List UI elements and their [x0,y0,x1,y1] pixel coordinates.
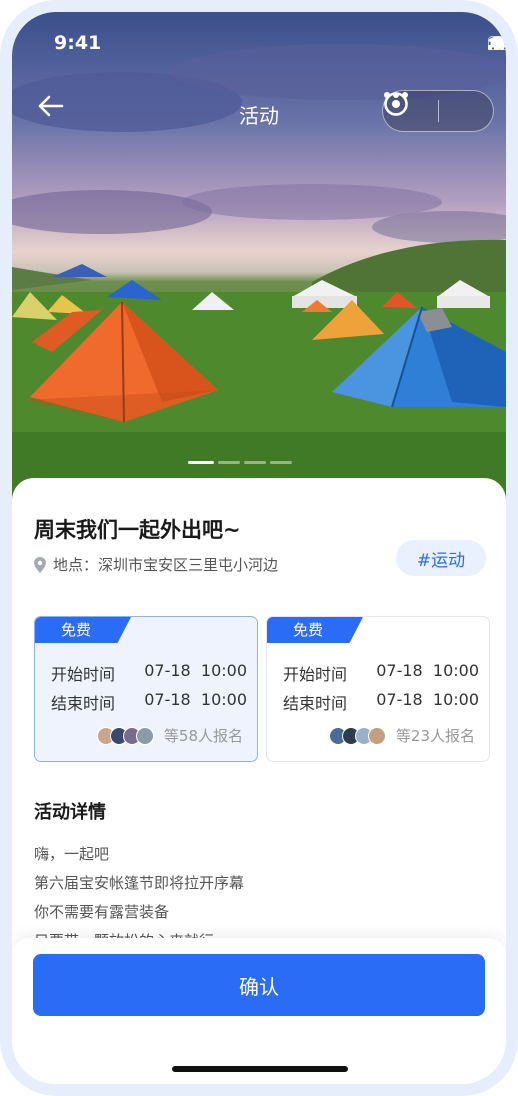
session-end: 结束时间 07-18 10:00 [283,690,479,714]
details-line: 第六届宝安帐篷节即将拉开序幕 [34,874,245,892]
home-indicator[interactable] [172,1066,348,1072]
start-time: 07-18 10:00 [144,661,247,680]
end-label: 结束时间 [283,694,348,713]
start-label: 开始时间 [51,665,116,684]
carousel-indicator [188,461,292,464]
start-time: 07-18 10:00 [376,661,479,680]
navigation-bar: 活动 [12,84,506,140]
end-time: 07-18 10:00 [376,690,479,709]
target-icon [384,92,408,116]
signup-info: 等58人报名 [96,725,243,746]
session-list: 免费 开始时间 07-18 10:00 结束时间 07-18 10:00 等58… [34,616,506,764]
carousel-dot[interactable] [244,461,266,464]
session-start: 开始时间 07-18 10:00 [51,661,247,685]
signup-count: 等23人报名 [395,727,475,745]
location-label: 地点： [53,556,99,574]
avatar-group [328,726,386,745]
price-badge: 免费 [35,617,131,643]
carousel-dot[interactable] [270,461,292,464]
confirm-button[interactable]: 确认 [33,954,485,1016]
details-line: 嗨，一起吧 [34,845,110,863]
phone-frame: 9:41 活动 周末我们一起外出吧~ 地点： 深圳市宝安区三里屯小河边 #运动 … [0,0,518,1096]
carousel-dot[interactable] [188,461,214,464]
location-value: 深圳市宝安区三里屯小河边 [98,556,279,574]
activity-title: 周末我们一起外出吧~ [34,518,241,542]
carousel-dot[interactable] [218,461,240,464]
avatar-group [96,726,154,745]
miniprogram-capsule [382,90,494,132]
price-badge: 免费 [267,617,363,643]
details-line: 你不需要有露营装备 [34,903,170,921]
bottom-action-bar: 确认 [12,938,506,1084]
activity-tag[interactable]: #运动 [396,540,486,576]
close-button[interactable] [384,90,493,132]
session-end: 结束时间 07-18 10:00 [51,690,247,714]
avatar [367,726,386,745]
session-start: 开始时间 07-18 10:00 [283,661,479,685]
start-label: 开始时间 [283,665,348,684]
activity-location: 地点： 深圳市宝安区三里屯小河边 [34,554,278,575]
end-time: 07-18 10:00 [144,690,247,709]
avatar [135,726,154,745]
hero-image-campsite[interactable]: 9:41 活动 [12,12,506,512]
details-heading: 活动详情 [34,802,106,823]
session-card[interactable]: 免费 开始时间 07-18 10:00 结束时间 07-18 10:00 [266,616,490,762]
session-card[interactable]: 免费 开始时间 07-18 10:00 结束时间 07-18 10:00 [34,616,258,762]
end-label: 结束时间 [51,694,116,713]
battery-icon [488,36,506,50]
location-pin-icon [34,556,46,573]
status-time: 9:41 [54,32,102,54]
status-bar: 9:41 [12,12,506,72]
signup-count: 等58人报名 [163,727,243,745]
signup-info: 等23人报名 [328,725,475,746]
screen: 9:41 活动 周末我们一起外出吧~ 地点： 深圳市宝安区三里屯小河边 #运动 … [12,12,506,1084]
